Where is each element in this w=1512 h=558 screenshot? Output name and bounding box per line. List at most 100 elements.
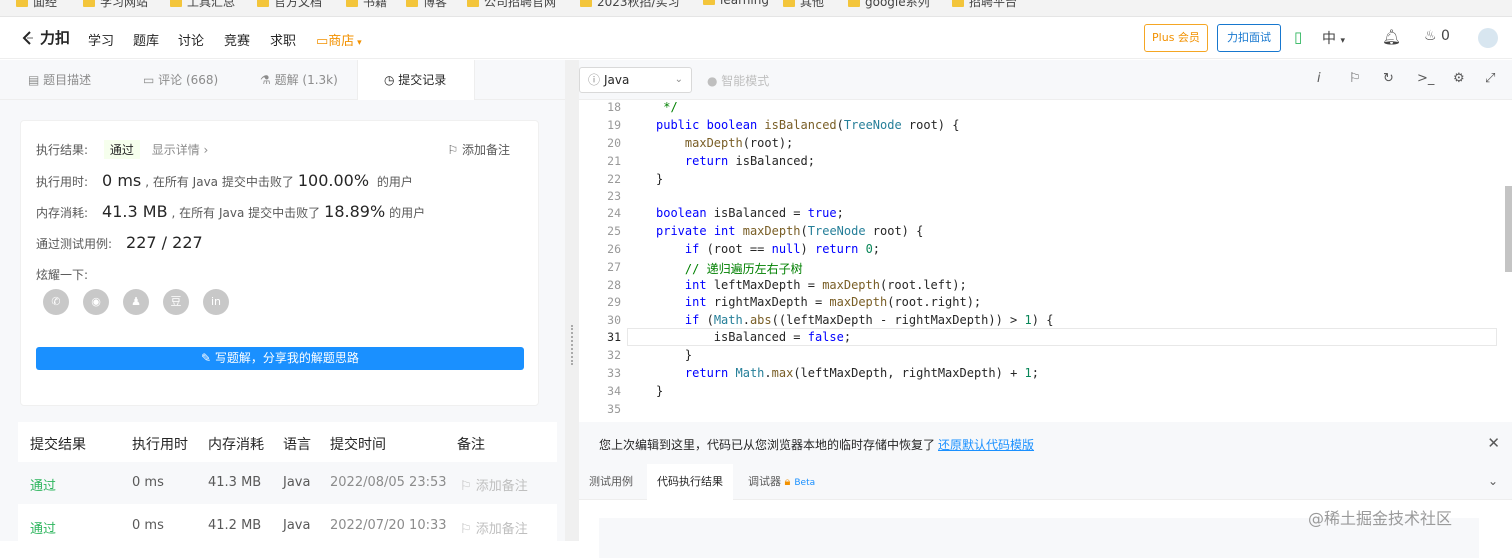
nav-item-discuss[interactable]: 讨论 bbox=[178, 30, 204, 49]
date-cell: 2022/07/20 10:33 bbox=[330, 518, 447, 533]
status-cell[interactable]: 通过 bbox=[30, 518, 56, 537]
smart-mode-toggle[interactable]: ● 智能模式 bbox=[707, 72, 769, 89]
language-cell: Java bbox=[283, 518, 311, 533]
folder-icon bbox=[170, 0, 182, 7]
nav-item-problems[interactable]: 题库 bbox=[133, 30, 159, 49]
watermark: @稀土掘金技术社区 bbox=[1308, 509, 1453, 528]
linkedin-icon[interactable]: in bbox=[203, 289, 229, 315]
code-line[interactable]: int rightMaxDepth = maxDepth(root.right)… bbox=[656, 295, 981, 309]
memory-percentile: 18.89% bbox=[324, 202, 386, 221]
bookmark-item[interactable]: 其他 bbox=[783, 0, 824, 10]
date-cell: 2022/08/05 23:53 bbox=[330, 475, 447, 490]
mobile-icon[interactable]: ▯ bbox=[1294, 28, 1302, 46]
points-counter[interactable]: ♨ 0 bbox=[1424, 28, 1450, 44]
code-line[interactable]: } bbox=[656, 384, 663, 398]
code-editor[interactable]: 18 19 20 21 22 23 24 25 26 27 28 29 30 3… bbox=[579, 100, 1512, 422]
tab-testcases[interactable]: 测试用例 bbox=[579, 464, 643, 500]
code-line[interactable]: return Math.max(leftMaxDepth, rightMaxDe… bbox=[656, 366, 1039, 380]
bookmark-item[interactable]: 博客 bbox=[406, 0, 447, 10]
nav-item-contest[interactable]: 竞赛 bbox=[224, 30, 250, 49]
tab-description[interactable]: ▤ 题目描述 bbox=[18, 60, 101, 100]
code-line[interactable]: private int maxDepth(TreeNode root) { bbox=[656, 224, 923, 238]
code-line[interactable]: if (root == null) return 0; bbox=[656, 242, 880, 256]
folder-icon bbox=[346, 0, 358, 7]
info-italic-icon[interactable]: i bbox=[1317, 71, 1321, 86]
code-line[interactable]: int leftMaxDepth = maxDepth(root.left); bbox=[656, 278, 967, 292]
line-number: 20 bbox=[607, 136, 621, 150]
douban-icon[interactable]: 豆 bbox=[163, 289, 189, 315]
write-solution-button[interactable]: ✎ 写题解，分享我的解题思路 bbox=[36, 347, 524, 370]
drag-handle-icon[interactable] bbox=[571, 325, 573, 365]
share-icons: ✆ ◉ ♟ 豆 in bbox=[43, 289, 229, 315]
line-number: 29 bbox=[607, 295, 621, 309]
tab-run-result[interactable]: 代码执行结果 bbox=[647, 464, 733, 500]
collapse-chevron-icon[interactable]: ⌄ bbox=[1488, 474, 1498, 488]
nav-item-jobs[interactable]: 求职 bbox=[270, 30, 296, 49]
code-line[interactable]: public boolean isBalanced(TreeNode root)… bbox=[656, 118, 959, 132]
status-cell[interactable]: 通过 bbox=[30, 475, 56, 494]
tab-submissions[interactable]: ◷ 提交记录 bbox=[357, 60, 475, 100]
restore-default-link[interactable]: 还原默认代码模版 bbox=[938, 436, 1034, 453]
nav-item-shop[interactable]: ▭商店 ▾ bbox=[316, 30, 362, 49]
terminal-icon[interactable]: >_ bbox=[1417, 71, 1434, 86]
table-header: 提交结果 bbox=[30, 437, 86, 453]
flag-icon[interactable]: ⚐ bbox=[1349, 71, 1361, 86]
code-line[interactable]: maxDepth(root); bbox=[656, 136, 793, 150]
code-line[interactable]: if (Math.abs((leftMaxDepth - rightMaxDep… bbox=[656, 313, 1054, 327]
show-details-link[interactable]: 显示详情 › bbox=[152, 143, 209, 157]
bookmark-item[interactable]: 招聘平台 bbox=[952, 0, 1017, 10]
panel-splitter[interactable] bbox=[565, 60, 579, 541]
weibo-icon[interactable]: ◉ bbox=[83, 289, 109, 315]
bell-icon[interactable]: 🔔︎ bbox=[1382, 28, 1401, 46]
restore-notice: 您上次编辑到这里，代码已从您浏览器本地的临时存储中恢复了 还原默认代码模版 ✕ bbox=[579, 422, 1512, 464]
testcases-value: 227 / 227 bbox=[126, 233, 203, 252]
code-line[interactable]: boolean isBalanced = true; bbox=[656, 206, 844, 220]
chevron-down-icon: ⌄ bbox=[674, 74, 683, 85]
bookmark-item[interactable]: learning bbox=[703, 0, 769, 7]
code-line[interactable]: */ bbox=[656, 100, 677, 114]
fullscreen-icon[interactable]: ⤢ bbox=[1485, 71, 1495, 86]
bookmark-item[interactable]: 书籍 bbox=[346, 0, 387, 10]
code-line[interactable]: isBalanced = false; bbox=[656, 330, 851, 344]
vertical-scrollbar[interactable] bbox=[1505, 186, 1512, 272]
qq-icon[interactable]: ♟ bbox=[123, 289, 149, 315]
code-line[interactable]: } bbox=[656, 348, 692, 362]
add-note-cell[interactable]: ⚐ 添加备注 bbox=[460, 475, 528, 494]
bookmark-item[interactable]: 官方文档 bbox=[257, 0, 322, 10]
plus-membership-button[interactable]: Plus 会员 bbox=[1144, 24, 1208, 52]
flag-icon: ⚐ bbox=[460, 479, 476, 494]
bookmark-item[interactable]: 公司招聘官网 bbox=[467, 0, 556, 10]
exec-result-row: 执行结果: 通过 显示详情 › bbox=[36, 140, 208, 159]
table-row[interactable]: 通过 0 ms 41.3 MB Java 2022/08/05 23:53 ⚐ … bbox=[18, 462, 557, 504]
bookmark-item[interactable]: 学习网站 bbox=[83, 0, 148, 10]
tab-comments[interactable]: ▭ 评论 (668) bbox=[133, 60, 228, 100]
mock-interview-button[interactable]: 力扣面试 bbox=[1217, 24, 1281, 52]
line-number: 33 bbox=[607, 366, 621, 380]
language-switch[interactable]: 中 ▾ bbox=[1322, 28, 1345, 48]
language-select[interactable]: ⓘ Java ⌄ bbox=[579, 67, 692, 93]
logo[interactable]: 力扣 bbox=[20, 27, 70, 48]
add-note-cell[interactable]: ⚐ 添加备注 bbox=[460, 518, 528, 537]
bookmark-item[interactable]: 2023秋招/实习 bbox=[580, 0, 680, 10]
line-number: 24 bbox=[607, 206, 621, 220]
reset-icon[interactable]: ↻ bbox=[1383, 71, 1394, 86]
add-note-button[interactable]: ⚐ 添加备注 bbox=[447, 141, 510, 158]
tab-solutions[interactable]: ⚗ 题解 (1.3k) bbox=[250, 60, 348, 100]
code-line[interactable]: } bbox=[656, 172, 663, 186]
code-line[interactable]: return isBalanced; bbox=[656, 154, 815, 168]
tab-debugger[interactable]: 调试器 🔒︎ Beta bbox=[738, 464, 825, 500]
settings-icon[interactable]: ⚙ bbox=[1453, 71, 1465, 86]
close-icon[interactable]: ✕ bbox=[1487, 434, 1500, 452]
bookmark-item[interactable]: 面经 bbox=[16, 0, 57, 10]
pencil-icon: ✎ bbox=[201, 351, 215, 365]
runtime-percentile: 100.00% bbox=[297, 171, 370, 190]
flask-icon: ⚗ bbox=[260, 73, 275, 87]
testcases-row: 通过测试用例: 227 / 227 bbox=[36, 233, 203, 252]
bookmark-item[interactable]: 工具汇总 bbox=[170, 0, 235, 10]
folder-icon bbox=[83, 0, 95, 7]
code-line[interactable]: // 递归遍历左右子树 bbox=[656, 260, 803, 277]
wechat-icon[interactable]: ✆ bbox=[43, 289, 69, 315]
bookmark-item[interactable]: google系列 bbox=[848, 0, 930, 10]
nav-item-learn[interactable]: 学习 bbox=[88, 30, 114, 49]
avatar[interactable] bbox=[1478, 28, 1498, 48]
